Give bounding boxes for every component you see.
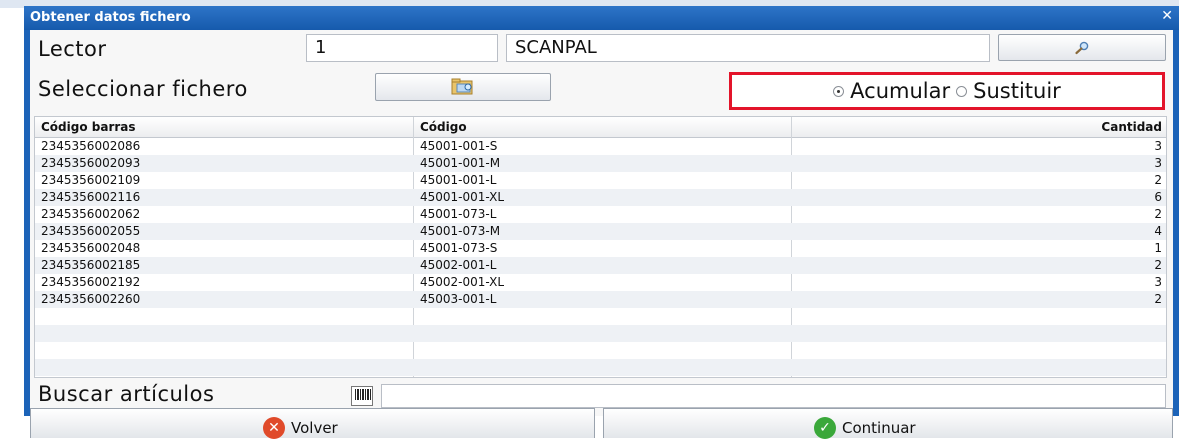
radio-sustituir-label: Sustituir — [973, 79, 1061, 103]
cell-quantity: 2 — [1154, 173, 1162, 187]
search-items-label: Buscar artículos — [38, 382, 215, 406]
cell-code: 45001-001-S — [420, 139, 498, 153]
cell-barcode: 2345356002062 — [41, 207, 141, 221]
table-row[interactable] — [35, 308, 1166, 325]
cell-code: 45001-001-M — [420, 156, 501, 170]
radio-acumular[interactable]: Acumular — [833, 79, 950, 103]
cell-quantity: 2 — [1154, 292, 1162, 306]
close-icon[interactable]: ✕ — [1161, 8, 1173, 24]
cell-quantity: 3 — [1154, 275, 1162, 289]
continue-button-label: Continuar — [842, 419, 916, 437]
cell-barcode: 2345356002185 — [41, 258, 141, 272]
cell-code: 45003-001-L — [420, 292, 497, 306]
cell-quantity: 2 — [1154, 258, 1162, 272]
cell-barcode: 2345356002192 — [41, 275, 141, 289]
column-header-quantity[interactable]: Cantidad — [1101, 120, 1162, 134]
reader-label: Lector — [38, 37, 107, 61]
mode-radio-group: Acumular Sustituir — [729, 72, 1165, 110]
table-row[interactable]: 2345356002062 45001-073-L 2 — [35, 206, 1166, 223]
cell-quantity: 3 — [1154, 139, 1162, 153]
back-button[interactable]: ✕ Volver — [30, 408, 595, 439]
cell-barcode: 2345356002055 — [41, 224, 141, 238]
cell-code: 45001-073-L — [420, 207, 497, 221]
cell-barcode: 2345356002109 — [41, 173, 141, 187]
dialog-title: Obtener datos fichero — [30, 10, 191, 25]
table-row[interactable]: 2345356002109 45001-001-L 2 — [35, 172, 1166, 189]
items-table: Código barras Código Cantidad 2345356002… — [34, 116, 1167, 378]
reader-search-button[interactable] — [998, 34, 1166, 61]
radio-acumular-indicator[interactable] — [833, 85, 845, 97]
reader-id-field[interactable]: 1 — [306, 34, 498, 62]
table-row[interactable] — [35, 342, 1166, 359]
table-row[interactable]: 2345356002260 45003-001-L 2 — [35, 291, 1166, 308]
cell-quantity: 4 — [1154, 224, 1162, 238]
cell-code: 45001-073-M — [420, 224, 501, 238]
table-row[interactable]: 2345356002048 45001-073-S 1 — [35, 240, 1166, 257]
cell-code: 45001-001-L — [420, 173, 497, 187]
table-row[interactable]: 2345356002185 45002-001-L 2 — [35, 257, 1166, 274]
radio-sustituir-indicator[interactable] — [956, 85, 968, 97]
table-header: Código barras Código Cantidad — [35, 117, 1166, 138]
cell-quantity: 1 — [1154, 241, 1162, 255]
reader-name-field[interactable]: SCANPAL — [506, 34, 990, 62]
cell-barcode: 2345356002260 — [41, 292, 141, 306]
cell-code: 45002-001-XL — [420, 275, 505, 289]
cell-quantity: 2 — [1154, 207, 1162, 221]
table-row[interactable]: 2345356002093 45001-001-M 3 — [35, 155, 1166, 172]
magnifier-icon — [1075, 41, 1089, 54]
back-button-label: Volver — [291, 419, 338, 437]
table-row[interactable] — [35, 359, 1166, 376]
cell-barcode: 2345356002116 — [41, 190, 141, 204]
table-row[interactable]: 2345356002116 45001-001-XL 6 — [35, 189, 1166, 206]
dialog-titlebar[interactable]: Obtener datos fichero ✕ — [24, 6, 1179, 30]
cell-quantity: 3 — [1154, 156, 1162, 170]
table-row[interactable] — [35, 325, 1166, 342]
table-row[interactable]: 2345356002192 45002-001-XL 3 — [35, 274, 1166, 291]
dialog-window: Obtener datos fichero ✕ Lector 1 SCANPAL… — [24, 6, 1179, 439]
cell-barcode: 2345356002048 — [41, 241, 141, 255]
cell-code: 45001-073-S — [420, 241, 498, 255]
cell-code: 45002-001-L — [420, 258, 497, 272]
column-header-code[interactable]: Código — [420, 120, 467, 134]
radio-acumular-label: Acumular — [850, 79, 951, 103]
cell-barcode: 2345356002093 — [41, 156, 141, 170]
close-circle-icon: ✕ — [263, 417, 285, 439]
folder-icon — [451, 78, 473, 95]
table-row[interactable]: 2345356002086 45001-001-S 3 — [35, 138, 1166, 155]
radio-sustituir[interactable]: Sustituir — [956, 79, 1061, 103]
column-header-barcode[interactable]: Código barras — [41, 120, 136, 134]
select-file-button[interactable] — [375, 73, 551, 101]
continue-button[interactable]: ✓ Continuar — [603, 408, 1173, 439]
select-file-label: Seleccionar fichero — [38, 77, 248, 101]
cell-quantity: 6 — [1154, 190, 1162, 204]
dialog-content: Lector 1 SCANPAL Seleccionar fichero Acu… — [30, 30, 1173, 439]
cell-barcode: 2345356002086 — [41, 139, 141, 153]
barcode-icon[interactable] — [351, 386, 373, 406]
check-circle-icon: ✓ — [814, 417, 836, 439]
cell-code: 45001-001-XL — [420, 190, 505, 204]
search-items-input[interactable] — [381, 384, 1166, 408]
table-row[interactable]: 2345356002055 45001-073-M 4 — [35, 223, 1166, 240]
